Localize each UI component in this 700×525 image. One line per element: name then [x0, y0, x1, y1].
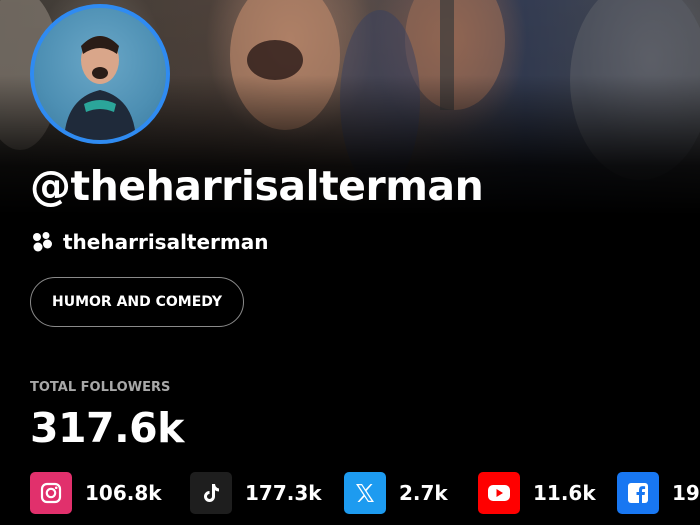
facebook-icon — [617, 472, 659, 514]
social-stats: 106.8k 177.3k 2.7k 11.6k 19 — [30, 472, 700, 514]
username: theharrisalterman — [63, 230, 269, 254]
total-followers-value: 317.6k — [30, 404, 184, 452]
social-x[interactable]: 2.7k — [344, 472, 448, 514]
instagram-icon — [30, 472, 72, 514]
facebook-count: 19. — [672, 481, 700, 505]
social-instagram[interactable]: 106.8k — [30, 472, 162, 514]
youtube-icon — [478, 472, 520, 514]
social-tiktok[interactable]: 177.3k — [190, 472, 322, 514]
x-count: 2.7k — [399, 481, 448, 505]
profile-icon — [33, 232, 52, 252]
avatar-photo — [64, 36, 136, 140]
social-youtube[interactable]: 11.6k — [478, 472, 596, 514]
category-tag[interactable]: HUMOR AND COMEDY — [30, 277, 245, 327]
tiktok-icon — [190, 472, 232, 514]
username-row: theharrisalterman — [30, 230, 269, 254]
avatar[interactable] — [30, 4, 170, 144]
social-facebook[interactable]: 19. — [617, 472, 700, 514]
x-icon — [344, 472, 386, 514]
youtube-count: 11.6k — [533, 481, 596, 505]
profile-handle: @theharrisalterman — [30, 162, 484, 210]
tiktok-count: 177.3k — [245, 481, 322, 505]
total-followers-label: TOTAL FOLLOWERS — [30, 380, 171, 395]
instagram-count: 106.8k — [85, 481, 162, 505]
